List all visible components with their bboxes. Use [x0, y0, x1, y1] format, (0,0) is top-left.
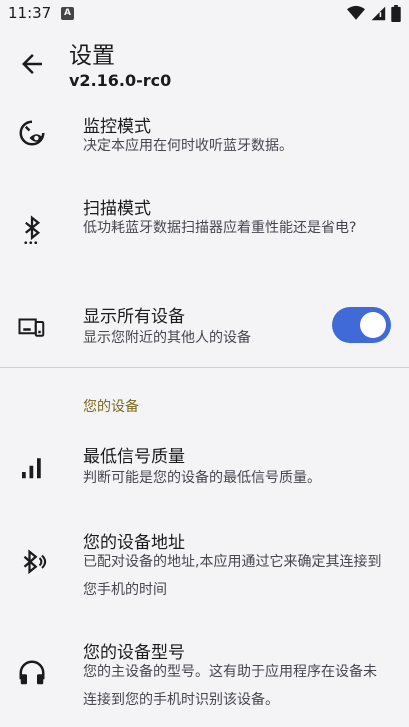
section-header-your-device: 您的设备	[83, 399, 139, 415]
status-time: 11:37	[8, 4, 52, 22]
back-button[interactable]	[17, 49, 47, 79]
arrow-back-icon	[22, 54, 42, 74]
page-title: 设置	[69, 43, 115, 69]
show-all-devices-toggle[interactable]	[332, 307, 391, 343]
battery-icon	[391, 5, 401, 22]
toggle-knob	[360, 312, 386, 338]
setting-subtitle: 决定本应用在何时收听蓝牙数据。	[83, 138, 293, 154]
setting-device-address[interactable]: 您的设备地址 已配对设备的地址,本应用通过它来确定其连接到您手机的时间	[0, 522, 409, 606]
setting-show-all-devices[interactable]: 显示所有设备 显示您附近的其他人的设备	[0, 300, 409, 356]
setting-subtitle: 已配对设备的地址,本应用通过它来确定其连接到您手机的时间	[83, 554, 382, 598]
setting-min-signal[interactable]: 最低信号质量 判断可能是您的设备的最低信号质量。	[0, 440, 409, 496]
bluetooth-searching-icon	[17, 214, 47, 245]
setting-subtitle: 低功耗蓝牙数据扫描器应着重性能还是省电?	[83, 220, 357, 236]
status-icons	[346, 5, 401, 23]
notification-icon: A	[61, 7, 74, 20]
setting-subtitle: 判断可能是您的设备的最低信号质量。	[83, 470, 321, 486]
section-divider	[0, 367, 409, 368]
notification-letter: A	[64, 8, 71, 18]
monitor-eye-icon	[17, 118, 47, 148]
setting-monitor-mode[interactable]: 监控模式 决定本应用在何时收听蓝牙数据。	[0, 104, 409, 176]
app-version: v2.16.0-rc0	[69, 71, 172, 90]
cell-signal-icon	[371, 6, 386, 21]
bluetooth-connected-icon	[17, 548, 47, 578]
setting-device-model[interactable]: 您的设备型号 您的主设备的型号。这有助于应用程序在设备未连接到您的手机时识别该设…	[0, 630, 409, 720]
status-bar: 11:37 A	[0, 0, 409, 28]
setting-scan-mode[interactable]: 扫描模式 低功耗蓝牙数据扫描器应着重性能还是省电?	[0, 188, 409, 276]
headphones-icon	[17, 658, 47, 688]
wifi-icon	[346, 5, 365, 20]
setting-subtitle: 您的主设备的型号。这有助于应用程序在设备未连接到您的手机时识别该设备。	[83, 664, 377, 708]
signal-bars-icon	[17, 452, 47, 482]
devices-icon	[17, 312, 47, 342]
app-bar: 设置 v2.16.0-rc0	[0, 28, 409, 94]
